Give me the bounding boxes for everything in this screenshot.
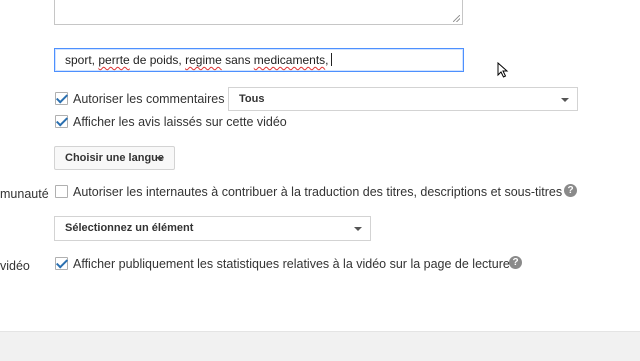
tag-text-perrte: perrte — [98, 53, 130, 67]
community-select-value: Sélectionnez un élément — [65, 222, 194, 234]
tag-text-sans: sans — [221, 53, 254, 67]
description-textarea[interactable] — [54, 0, 463, 25]
text-caret — [330, 53, 332, 66]
help-icon[interactable]: ? — [564, 184, 577, 197]
choose-language-label: Choisir une langue — [65, 152, 165, 164]
tags-input[interactable]: sport, perrte de poids, regime sans medi… — [54, 48, 464, 72]
tag-text-medicaments: medicaments — [253, 53, 326, 67]
comments-checkbox[interactable] — [55, 92, 68, 105]
community-label: Autoriser les internautes à contribuer à… — [73, 185, 563, 199]
ratings-label: Afficher les avis laissés sur cette vidé… — [73, 115, 287, 129]
chevron-down-icon — [156, 157, 164, 161]
ratings-checkbox[interactable] — [55, 115, 68, 128]
community-section-label: munauté — [0, 187, 49, 201]
stats-label: Afficher publiquement les statistiques r… — [73, 257, 510, 271]
chevron-down-icon — [561, 98, 569, 102]
tag-text-comma: , — [325, 53, 329, 67]
comments-select[interactable]: Tous — [228, 87, 578, 111]
mouse-cursor-icon — [497, 62, 509, 78]
resize-handle-icon[interactable] — [453, 15, 460, 22]
choose-language-button[interactable]: Choisir une langue — [54, 146, 175, 170]
chevron-down-icon — [354, 227, 362, 231]
community-select[interactable]: Sélectionnez un élément — [54, 216, 371, 241]
tag-text-de-poids: de poids, — [129, 53, 186, 67]
comments-label: Autoriser les commentaires — [73, 92, 225, 106]
tag-text-sport: sport, — [65, 53, 99, 67]
comments-select-value: Tous — [239, 93, 265, 105]
community-checkbox[interactable] — [55, 185, 68, 198]
footer-bar — [0, 331, 640, 361]
help-icon[interactable]: ? — [509, 256, 522, 269]
tag-text-regime: regime — [185, 53, 222, 67]
stats-checkbox[interactable] — [55, 257, 68, 270]
stats-section-label: vidéo — [0, 259, 30, 273]
